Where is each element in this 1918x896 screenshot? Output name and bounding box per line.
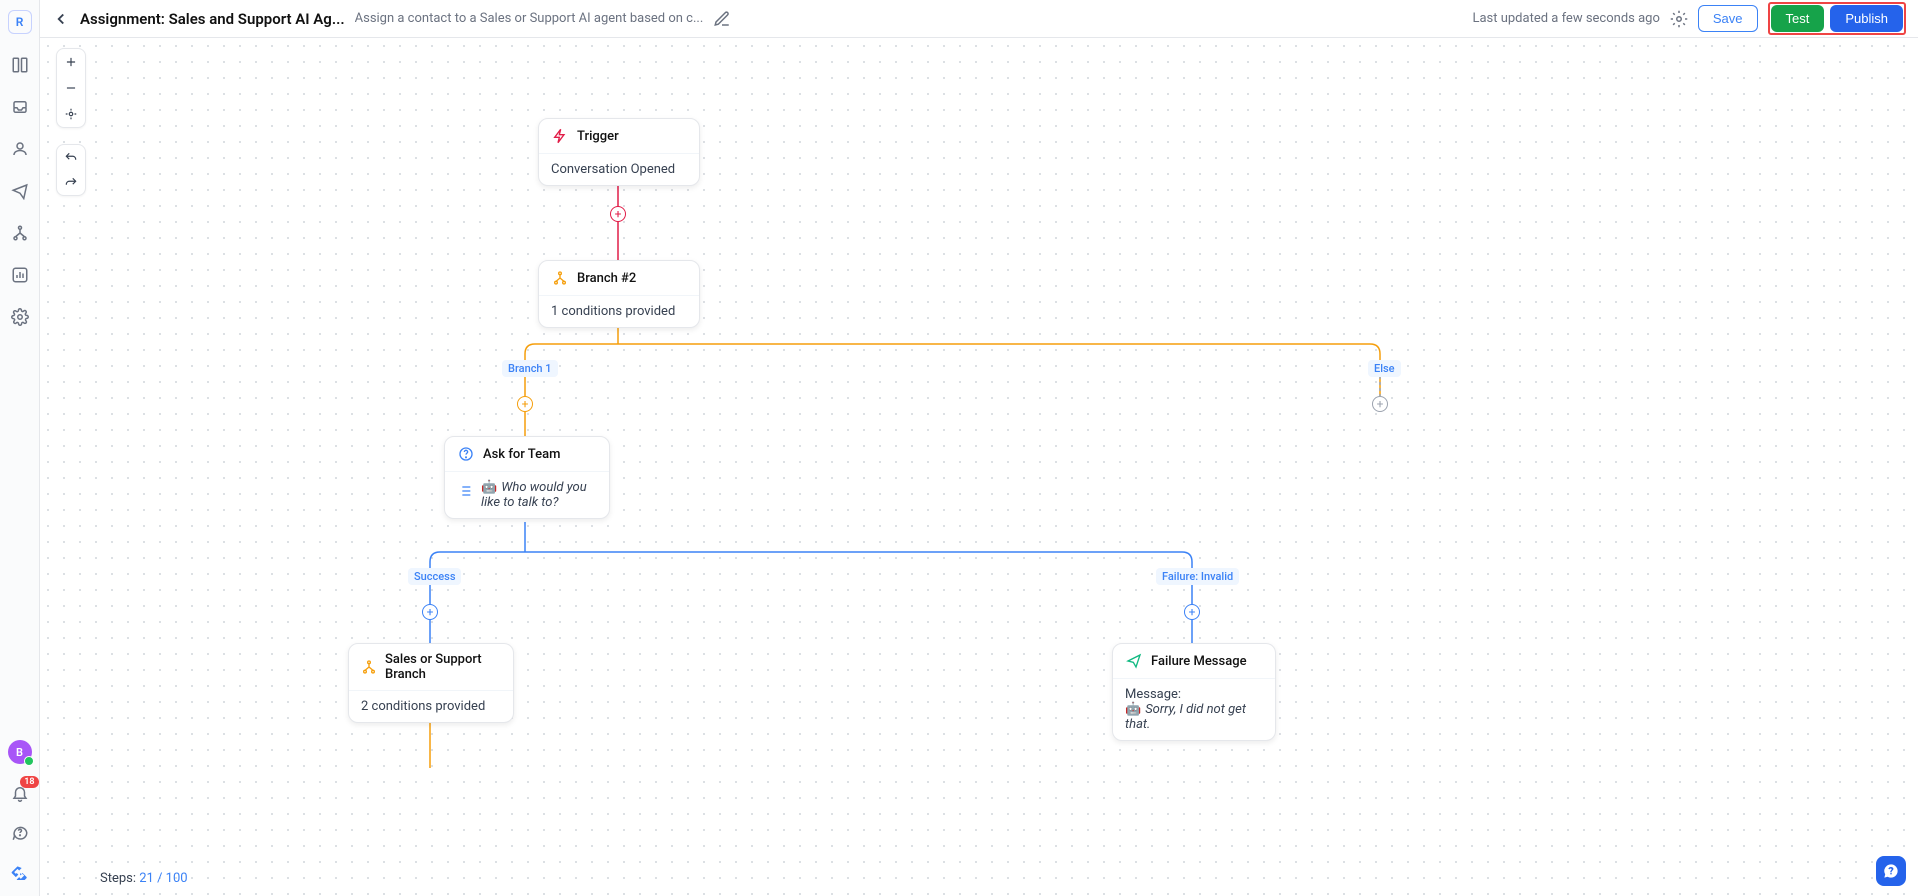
branch-label-branch1[interactable]: Branch 1 [502, 360, 558, 377]
node-trigger-title: Trigger [577, 129, 619, 144]
workflow-settings-icon[interactable] [1670, 10, 1688, 28]
node-sales-support-branch[interactable]: Sales or Support Branch 2 conditions pro… [348, 643, 514, 723]
branch-icon [551, 269, 569, 287]
save-button[interactable]: Save [1698, 5, 1758, 32]
branch-icon [361, 658, 377, 676]
question-icon [457, 445, 475, 463]
workflow-icon[interactable] [9, 222, 31, 244]
node-trigger-body: Conversation Opened [539, 153, 699, 185]
help-icon[interactable] [9, 822, 31, 844]
fit-view-button[interactable] [57, 101, 85, 127]
zoom-out-button[interactable] [57, 75, 85, 101]
contacts-icon[interactable] [9, 138, 31, 160]
edit-icon[interactable] [713, 10, 731, 28]
add-step-button[interactable]: + [1184, 604, 1200, 620]
publish-button[interactable]: Publish [1830, 5, 1903, 32]
branch-label-success[interactable]: Success [408, 568, 461, 585]
notification-badge: 18 [20, 776, 38, 788]
help-fab[interactable] [1876, 856, 1906, 886]
node-ask-for-team[interactable]: Ask for Team Who would you like to talk … [444, 436, 610, 519]
add-step-button[interactable]: + [517, 396, 533, 412]
settings-icon[interactable] [9, 306, 31, 328]
notifications-icon[interactable]: 18 [9, 782, 31, 804]
broadcast-icon[interactable] [9, 180, 31, 202]
redo-button[interactable] [57, 170, 85, 195]
inbox-icon[interactable] [9, 96, 31, 118]
workflow-canvas[interactable]: Trigger Conversation Opened + Branch #2 … [40, 38, 1918, 896]
back-button[interactable] [52, 10, 70, 28]
add-step-button[interactable]: + [1372, 396, 1388, 412]
reports-icon[interactable] [9, 264, 31, 286]
branch-label-failure[interactable]: Failure: Invalid [1156, 568, 1239, 585]
lightning-icon [551, 127, 569, 145]
undo-redo-controls [56, 144, 86, 196]
brand-icon[interactable] [9, 862, 31, 884]
zoom-in-button[interactable] [57, 49, 85, 75]
steps-counter: Steps: 21 / 100 [100, 871, 188, 886]
node-failure-body: Message: Sorry, I did not get that. [1113, 678, 1275, 740]
list-icon [457, 482, 473, 500]
node-sales-branch-body: 2 conditions provided [349, 690, 513, 722]
branch-label-else[interactable]: Else [1368, 360, 1401, 377]
workspace-logo[interactable]: R [8, 10, 32, 34]
node-branch2[interactable]: Branch #2 1 conditions provided [538, 260, 700, 328]
node-branch2-title: Branch #2 [577, 271, 636, 286]
add-step-button[interactable]: + [610, 206, 626, 222]
send-icon [1125, 652, 1143, 670]
add-step-button[interactable]: + [422, 604, 438, 620]
last-updated: Last updated a few seconds ago [1472, 11, 1659, 26]
node-failure-title: Failure Message [1151, 654, 1247, 669]
test-button[interactable]: Test [1771, 5, 1825, 32]
node-sales-branch-title: Sales or Support Branch [385, 652, 501, 682]
zoom-controls [56, 48, 86, 128]
node-ask-title: Ask for Team [483, 447, 560, 462]
node-ask-body: Who would you like to talk to? [445, 471, 609, 518]
left-rail: R B 18 [0, 0, 40, 896]
top-header: Assignment: Sales and Support AI Ag... A… [40, 0, 1918, 38]
node-trigger[interactable]: Trigger Conversation Opened [538, 118, 700, 186]
workflow-description: Assign a contact to a Sales or Support A… [355, 11, 704, 26]
undo-button[interactable] [57, 145, 85, 170]
node-failure-message[interactable]: Failure Message Message: Sorry, I did no… [1112, 643, 1276, 741]
test-publish-highlight: Test Publish [1768, 2, 1906, 35]
dashboard-icon[interactable] [9, 54, 31, 76]
user-avatar[interactable]: B [8, 740, 32, 764]
node-branch2-body: 1 conditions provided [539, 295, 699, 327]
workflow-title: Assignment: Sales and Support AI Ag... [80, 10, 345, 28]
